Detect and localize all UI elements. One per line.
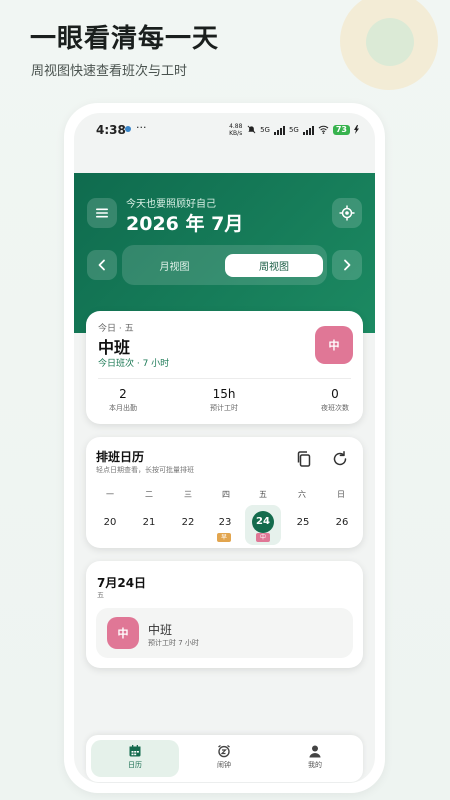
detail-shift-hours: 预计工时 7 小时 — [148, 639, 199, 647]
detail-shift-name: 中班 — [148, 623, 173, 637]
tab-month-view[interactable]: 月视图 — [126, 254, 223, 277]
weekday-label: 六 — [298, 490, 306, 499]
battery-level: 73 — [332, 125, 350, 135]
stat-label: 本月出勤 — [109, 404, 137, 412]
signal-icon — [273, 125, 285, 135]
phone-frame: 4:38 ··· 4.88 KB/s 5G 5G 73 今天也要照顾好自己 20… — [64, 103, 385, 793]
weekday-label: 三 — [184, 490, 192, 499]
refresh-button[interactable] — [331, 450, 351, 470]
tab-calendar[interactable]: 日历 — [95, 744, 175, 770]
stat-label: 预计工时 — [210, 404, 238, 412]
sig1-label: 5G — [260, 126, 270, 134]
person-icon — [309, 745, 321, 758]
status-more-icon: ··· — [136, 121, 147, 134]
stat-value: 15h — [212, 387, 236, 401]
next-button[interactable] — [332, 250, 362, 280]
calendar-icon — [129, 745, 141, 757]
app-screen: 4:38 ··· 4.88 KB/s 5G 5G 73 今天也要照顾好自己 20… — [74, 113, 375, 783]
copy-button[interactable] — [295, 450, 315, 470]
calendar-day[interactable]: 21 — [134, 512, 164, 534]
calendar-day-selected[interactable]: 24 — [252, 511, 274, 533]
net-speed: 4.88 KB/s — [229, 123, 243, 137]
greeting-text: 今天也要照顾好自己 — [126, 199, 216, 210]
app-notification-icon — [125, 126, 131, 132]
signal-icon-2 — [302, 125, 314, 135]
view-toggle: 月视图 周视图 — [122, 245, 327, 285]
stat-attendance: 2 本月出勤 — [98, 387, 148, 413]
status-right-group: 4.88 KB/s 5G 5G 73 — [229, 123, 359, 137]
crosshair-icon — [339, 205, 355, 221]
weekday-label: 五 — [259, 490, 267, 499]
month-title: 2026 年 7月 — [126, 213, 244, 235]
stat-value: 0 — [331, 387, 339, 401]
detail-shift-item[interactable]: 中 中班 预计工时 7 小时 — [96, 608, 353, 658]
tab-week-view[interactable]: 周视图 — [225, 254, 323, 277]
today-label: 今日 · 五 — [98, 324, 134, 334]
today-shift-name: 中班 — [98, 338, 131, 357]
status-time: 4:38 — [96, 123, 126, 137]
calendar-day[interactable]: 23 — [210, 512, 240, 534]
sig2-label: 5G — [288, 126, 299, 134]
chevron-left-icon — [98, 259, 105, 271]
bottom-tab-bar: 日历 闹钟 我的 — [86, 735, 363, 782]
tab-label: 我的 — [308, 761, 322, 769]
decor-circle-inner — [366, 18, 414, 66]
prev-button[interactable] — [87, 250, 117, 280]
tab-label: 日历 — [128, 761, 142, 769]
weekday-label: 日 — [337, 490, 345, 499]
stat-hours: 15h 预计工时 — [199, 387, 249, 413]
calendar-title: 排班日历 — [96, 450, 145, 464]
today-shift-badge: 中 — [315, 326, 353, 364]
calendar-day[interactable]: 26 — [327, 512, 357, 534]
menu-icon — [96, 208, 108, 218]
weekday-label: 一 — [106, 490, 114, 499]
alarm-icon — [218, 744, 230, 758]
shift-tag-mid: 中 — [256, 533, 270, 542]
refresh-icon — [333, 451, 347, 466]
today-shift-hours: 今日班次 · 7 小时 — [98, 359, 170, 369]
promo-headline: 一眼看清每一天 — [30, 24, 220, 54]
calendar-day[interactable]: 22 — [173, 512, 203, 534]
status-bar: 4:38 ··· 4.88 KB/s 5G 5G 73 — [74, 113, 375, 147]
tab-profile[interactable]: 我的 — [275, 744, 355, 770]
copy-icon — [297, 451, 311, 467]
menu-button[interactable] — [87, 198, 117, 228]
weekday-label: 二 — [145, 490, 153, 499]
calendar-header: 今天也要照顾好自己 2026 年 7月 月视图 周视图 — [74, 173, 375, 333]
stat-value: 2 — [119, 387, 127, 401]
today-card[interactable]: 今日 · 五 中班 今日班次 · 7 小时 中 2 本月出勤 15h 预计工时 … — [86, 311, 363, 424]
wifi-icon — [318, 125, 329, 136]
tab-alarm[interactable]: 闹钟 — [184, 744, 264, 770]
calendar-hint: 轻点日期查看，长按可批量排班 — [96, 466, 194, 474]
detail-weekday: 五 — [97, 591, 104, 599]
charging-icon — [354, 124, 359, 136]
locate-today-button[interactable] — [332, 198, 362, 228]
detail-date: 7月24日 — [97, 576, 147, 590]
mute-icon — [247, 125, 256, 136]
tab-label: 闹钟 — [217, 761, 231, 769]
schedule-calendar-card: 排班日历 轻点日期查看，长按可批量排班 一 二 三 四 五 六 日 20 21 … — [86, 437, 363, 548]
shift-tag-early: 早 — [217, 533, 231, 542]
promo-subline: 周视图快速查看班次与工时 — [31, 64, 188, 79]
day-detail-card: 7月24日 五 中 中班 预计工时 7 小时 — [86, 561, 363, 668]
chevron-right-icon — [344, 259, 351, 271]
stat-night-shifts: 0 夜班次数 — [310, 387, 360, 413]
stat-label: 夜班次数 — [321, 404, 349, 412]
calendar-day[interactable]: 25 — [288, 512, 318, 534]
calendar-day[interactable]: 20 — [95, 512, 125, 534]
detail-shift-badge: 中 — [107, 617, 139, 649]
divider — [98, 378, 351, 379]
weekday-label: 四 — [222, 490, 230, 499]
